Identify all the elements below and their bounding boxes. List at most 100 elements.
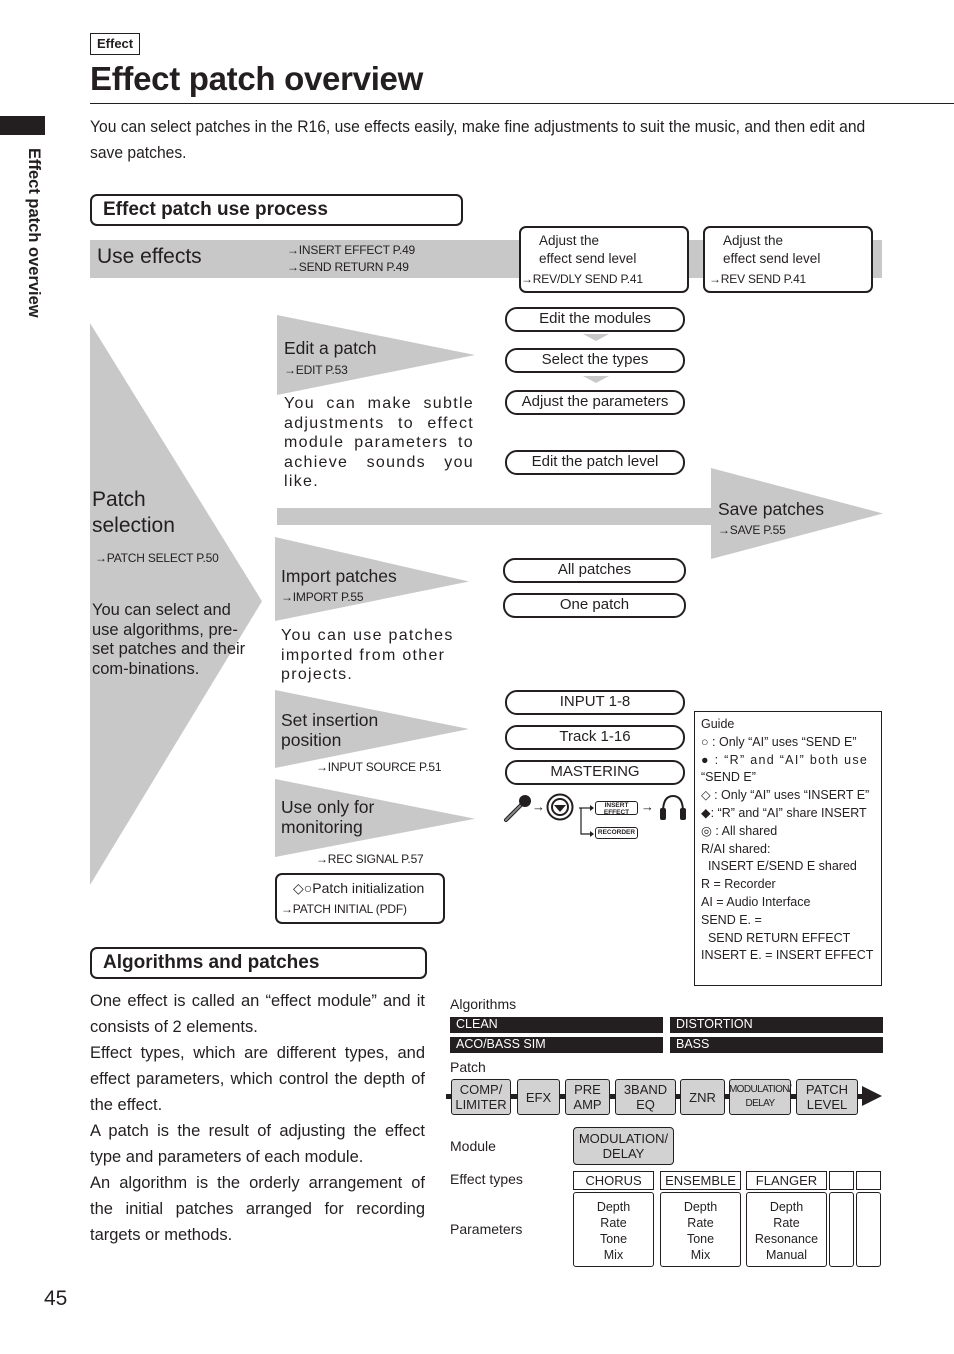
algorithm-distortion: DISTORTION	[670, 1017, 883, 1033]
patch-init-label: ◇○Patch initialization	[293, 880, 424, 897]
param: Mix	[603, 1248, 624, 1262]
step-arrow-2	[583, 376, 609, 383]
algorithm-aco-bass-sim: ACO/BASS SIM	[450, 1037, 663, 1053]
insertion-ref[interactable]: →INPUT SOURCE P.51	[316, 760, 442, 774]
patch-selection-line1: Patch	[92, 488, 146, 511]
module-l1: ZNR	[689, 1089, 716, 1105]
parameters-heading: Parameters	[450, 1221, 523, 1237]
box-line1: Adjust the	[723, 233, 784, 248]
guide-box: Guide ○ : Only “AI” uses “SEND E” ● : “R…	[694, 711, 882, 986]
module-3band-eq: 3BAND EQ	[615, 1079, 676, 1115]
save-patches-label: Save patches	[718, 499, 825, 519]
guide-line: INSERT E. = INSERT EFFECT	[701, 948, 874, 963]
effect-type-chorus: CHORUS	[573, 1171, 654, 1190]
guide-line: AI = Audio Interface	[701, 894, 811, 909]
use-effects-label: Use effects	[97, 245, 202, 268]
algorithms-paragraph: One effect is called an “effect module” …	[90, 992, 425, 1036]
param: Tone	[686, 1232, 715, 1246]
module-l2: DELAY	[745, 1098, 775, 1109]
intro-text: You can select patches in the R16, use e…	[90, 117, 866, 162]
send-level-box-revdly: Adjust the effect send level →REV/DLY SE…	[519, 226, 689, 293]
branch-arrow-icon	[579, 805, 594, 837]
effect-type-flanger: FLANGER	[746, 1171, 827, 1190]
guide-line: ◇ : Only “AI” uses “INSERT E”	[701, 788, 870, 803]
guide-line: INSERT E/SEND E shared	[701, 859, 857, 874]
step-edit-modules[interactable]: Edit the modules	[505, 307, 685, 332]
module-heading: Module	[450, 1138, 496, 1154]
effect-type-ensemble: ENSEMBLE	[660, 1171, 741, 1190]
algorithms-heading: Algorithms	[450, 996, 517, 1012]
step-adjust-parameters[interactable]: Adjust the parameters	[505, 390, 685, 415]
box-ref[interactable]: →REV SEND P.41	[709, 272, 806, 286]
guide-line: ● : “R” and “AI” both use	[701, 752, 869, 767]
param: Tone	[599, 1232, 628, 1246]
signal-chain-arrow-icon	[862, 1086, 882, 1106]
param: Depth	[596, 1200, 631, 1214]
algorithms-paragraph: Effect types, which are different types,…	[90, 1044, 425, 1114]
box-ref[interactable]: →REV/DLY SEND P.41	[521, 272, 643, 286]
module-l1: PATCH	[805, 1082, 849, 1097]
section-header-algorithms: Algorithms and patches	[90, 947, 427, 979]
module-modulation-delay: MODULATION/DELAY	[728, 1079, 792, 1115]
step-edit-patch-level[interactable]: Edit the patch level	[505, 450, 685, 475]
module-l2: LEVEL	[806, 1097, 848, 1112]
selected-module: MODULATION/DELAY	[573, 1127, 674, 1165]
guide-line: SEND E. =	[701, 912, 762, 927]
param: Rate	[600, 1216, 627, 1230]
step-select-types[interactable]: Select the types	[505, 348, 685, 373]
insert-effect-chip: INSERT EFFECT	[595, 801, 638, 815]
param: Rate	[687, 1216, 714, 1230]
use-effects-ref-send[interactable]: →SEND RETURN P.49	[287, 260, 409, 274]
insert-effect-line2: EFFECT	[603, 808, 630, 816]
insertion-option-input[interactable]: INPUT 1-8	[505, 690, 685, 715]
param: Depth	[769, 1200, 804, 1214]
page-title: Effect patch overview	[90, 60, 423, 97]
monitoring-ref[interactable]: →REC SIGNAL P.57	[316, 852, 424, 866]
microphone-icon	[504, 795, 531, 822]
insertion-option-track[interactable]: Track 1-16	[505, 725, 685, 750]
algorithm-bass: BASS	[670, 1037, 883, 1053]
section-header-use-process: Effect patch use process	[90, 194, 463, 226]
module-l1: MODULATION/	[728, 1084, 792, 1095]
edit-patch-label: Edit a patch	[284, 338, 377, 358]
import-option-all[interactable]: All patches	[503, 558, 686, 583]
save-patches-ref[interactable]: →SAVE P.55	[718, 523, 786, 537]
effect-type-empty	[829, 1171, 854, 1190]
params-ensemble: Depth Rate Tone Mix	[660, 1192, 741, 1267]
param: Resonance	[754, 1232, 819, 1246]
flow-arrow-icon: →	[641, 799, 654, 814]
guide-line: ○ : Only “AI” uses “SEND E”	[701, 734, 857, 749]
module-l2: LIMITER	[455, 1097, 507, 1112]
params-chorus: Depth Rate Tone Mix	[573, 1192, 654, 1267]
side-tab-label: Effect patch overview	[25, 148, 43, 318]
insertion-option-mastering[interactable]: MASTERING	[505, 760, 685, 785]
param: Mix	[690, 1248, 711, 1262]
use-effects-ref-insert[interactable]: →INSERT EFFECT P.49	[287, 243, 415, 257]
module-l2: DELAY	[602, 1146, 645, 1161]
module-comp-limiter: COMP/LIMITER	[451, 1079, 511, 1115]
module-l1: PRE	[574, 1082, 601, 1097]
patch-selection-ref[interactable]: →PATCH SELECT P.50	[95, 551, 219, 565]
monitoring-label: Use only for monitoring	[281, 797, 374, 837]
patch-selection-label: Patch selection	[92, 487, 175, 539]
import-patches-ref[interactable]: →IMPORT P.55	[281, 590, 364, 604]
box-line1: Adjust the	[539, 233, 600, 248]
import-option-one[interactable]: One patch	[503, 593, 686, 618]
module-pre-amp: PRE AMP	[565, 1079, 610, 1115]
effect-types-heading: Effect types	[450, 1171, 523, 1187]
guide-title: Guide	[701, 717, 735, 731]
send-level-box-rev: Adjust the effect send level →REV SEND P…	[703, 226, 873, 293]
module-patch-level: PATCH LEVEL	[796, 1079, 858, 1115]
edit-patch-ref[interactable]: →EDIT P.53	[284, 363, 348, 377]
patch-init-ref[interactable]: →PATCH INITIAL (PDF)	[281, 902, 407, 916]
patch-selection-line2: selection	[92, 514, 175, 537]
insertion-line1: Set insertion	[281, 710, 379, 730]
save-bar	[277, 508, 717, 525]
monitoring-line2: monitoring	[281, 817, 363, 837]
patch-init-text: Patch initialization	[312, 880, 425, 896]
insertion-label: Set insertion position	[281, 710, 378, 750]
algorithm-clean: CLEAN	[450, 1017, 663, 1033]
effect-type-empty	[856, 1171, 881, 1190]
patch-heading: Patch	[450, 1059, 486, 1075]
guide-line: ◆: “R” and “AI” share INSERT	[701, 805, 867, 820]
